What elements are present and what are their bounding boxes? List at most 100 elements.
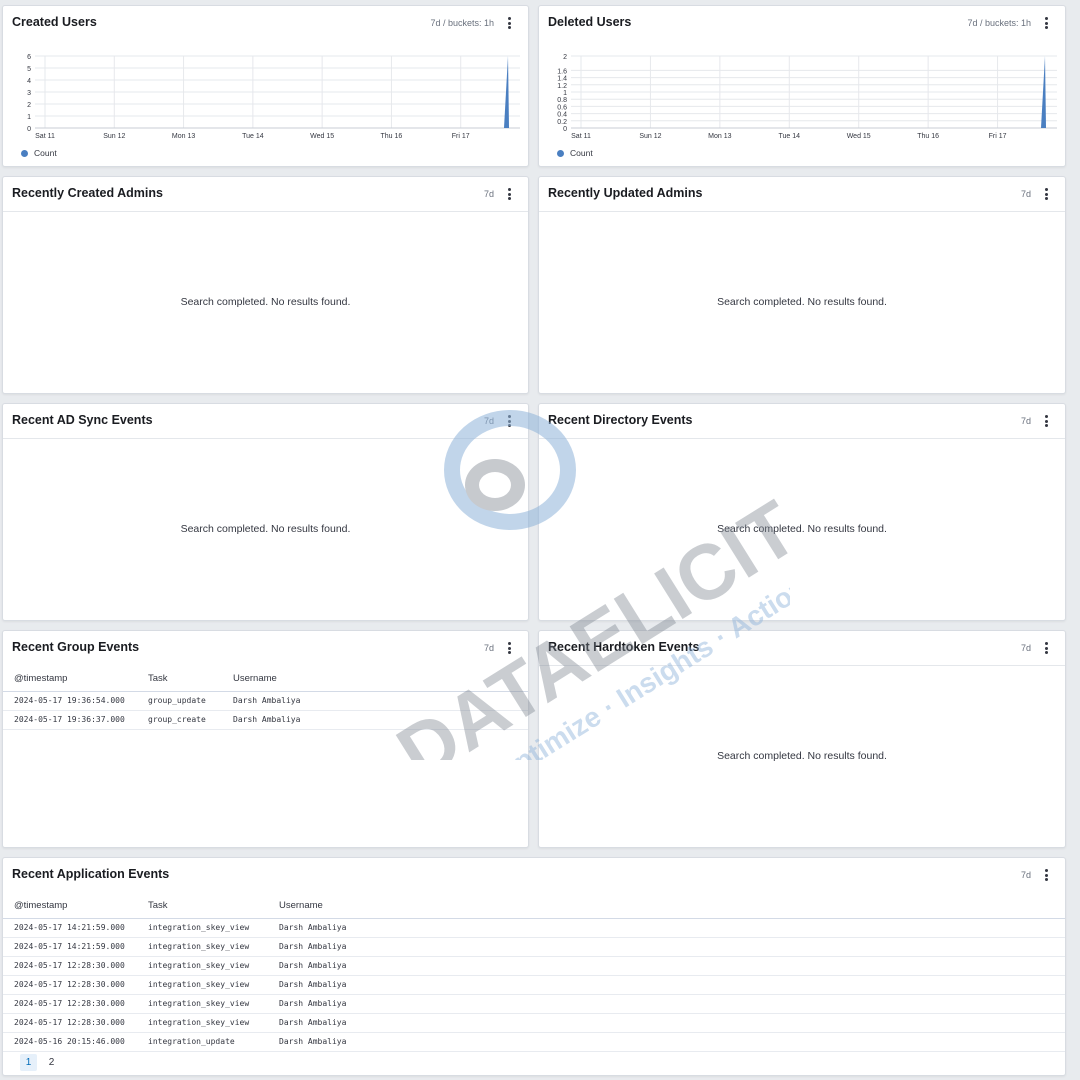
table-row[interactable]: 2024-05-16 20:15:46.000 integration_updat… [3, 1032, 1065, 1052]
table-header-row: @timestamp Task Username [3, 894, 1065, 919]
time-range-label[interactable]: 7d [484, 416, 494, 426]
y-tick-label: 0 [27, 126, 31, 133]
panel-header: Recent Directory Events 7d [539, 404, 1065, 438]
x-tick-label: Fri 17 [452, 133, 470, 140]
time-range-label[interactable]: 7d [1021, 189, 1031, 199]
cell-username: Darsh Ambaliya [275, 994, 1065, 1014]
panel-header: Recent Group Events 7d [3, 631, 528, 665]
page-button[interactable]: 2 [43, 1054, 60, 1071]
table-row[interactable]: 2024-05-17 19:36:37.000 group_create Dar… [3, 710, 528, 730]
table-row[interactable]: 2024-05-17 19:36:54.000 group_update Dar… [3, 691, 528, 711]
table-row[interactable]: 2024-05-17 12:28:30.000 integration_skey_… [3, 975, 1065, 995]
empty-results-message: Search completed. No results found. [180, 523, 351, 535]
recent-updated-admins-panel: Recently Updated Admins 7d Search comple… [538, 176, 1066, 394]
x-tick-label: Mon 13 [708, 133, 731, 140]
legend-label: Count [570, 148, 593, 158]
x-tick-label: Mon 13 [172, 133, 195, 140]
panel-options-icon[interactable] [1041, 187, 1051, 201]
panel-header: Recently Updated Admins 7d [539, 177, 1065, 211]
x-tick-label: Tue 14 [779, 133, 801, 140]
cell-username: Darsh Ambaliya [275, 1032, 1065, 1052]
panel-options-icon[interactable] [1041, 414, 1051, 428]
x-tick-label: Fri 17 [989, 133, 1007, 140]
time-range-label[interactable]: 7d [484, 643, 494, 653]
y-tick-label: 6 [27, 54, 31, 61]
column-header-username[interactable]: Username [275, 894, 1065, 919]
y-tick-label: 2 [563, 54, 567, 61]
header-divider [539, 665, 1065, 666]
panel-options-icon[interactable] [504, 414, 514, 428]
y-tick-label: 1.4 [557, 76, 567, 83]
cell-task: integration_skey_view [144, 1013, 275, 1033]
x-tick-label: Thu 16 [381, 133, 403, 140]
application-events-table: @timestamp Task Username 2024-05-17 14:2… [3, 894, 1065, 1052]
created-users-chart: 0 1 2 3 4 5 6 Sat 11 Sun 12 Mon 13 Tue 14 Wed 15 Thu… [27, 54, 520, 140]
x-tick-label: Tue 14 [242, 133, 264, 140]
column-header-username[interactable]: Username [229, 667, 528, 692]
empty-results-message: Search completed. No results found. [717, 750, 887, 762]
y-tick-label: 4 [27, 78, 31, 85]
cell-timestamp: 2024-05-17 12:28:30.000 [3, 975, 144, 995]
x-tick-label: Thu 16 [917, 133, 939, 140]
header-divider [539, 211, 1065, 212]
recent-application-events-panel: Recent Application Events 7d @timestamp … [2, 857, 1066, 1076]
y-tick-label: 0 [563, 126, 567, 133]
panel-options-icon[interactable] [504, 641, 514, 655]
chart-legend[interactable]: Count [21, 148, 57, 158]
table-row[interactable]: 2024-05-17 12:28:30.000 integration_skey_… [3, 994, 1065, 1014]
y-tick-label: 1.6 [557, 68, 567, 75]
y-tick-label: 0.4 [557, 112, 567, 119]
y-tick-label: 5 [27, 66, 31, 73]
x-tick-label: Wed 15 [847, 133, 871, 140]
cell-task: integration_skey_view [144, 918, 275, 938]
created-users-panel: Created Users 7d / buckets: 1h 0 1 2 3 4 5 6 Sa… [2, 5, 529, 167]
time-range-label[interactable]: 7d [1021, 416, 1031, 426]
panel-title: Recent Directory Events [548, 413, 693, 427]
panel-title: Recent Application Events [12, 867, 170, 881]
y-tick-label: 1 [27, 114, 31, 121]
column-header-task[interactable]: Task [144, 667, 229, 692]
deleted-users-panel: Deleted Users 7d / buckets: 1h 0 0.2 0.4 0.… [538, 5, 1066, 167]
panel-options-icon[interactable] [1041, 868, 1051, 882]
cell-task: integration_skey_view [144, 994, 275, 1014]
panel-title: Recently Updated Admins [548, 186, 703, 200]
x-tick-label: Wed 15 [310, 133, 334, 140]
header-divider [539, 438, 1065, 439]
time-range-label[interactable]: 7d [484, 189, 494, 199]
time-range-label[interactable]: 7d [1021, 870, 1031, 880]
panel-header: Recent AD Sync Events 7d [3, 404, 528, 438]
column-header-task[interactable]: Task [144, 894, 275, 919]
y-tick-label: 1.2 [557, 83, 567, 90]
y-tick-label: 3 [27, 90, 31, 97]
y-tick-label: 0.2 [557, 119, 567, 126]
cell-username: Darsh Ambaliya [229, 710, 528, 730]
legend-label: Count [34, 148, 57, 158]
panel-header: Recently Created Admins 7d [3, 177, 528, 211]
column-header-timestamp[interactable]: @timestamp [3, 894, 144, 919]
y-tick-label: 2 [27, 102, 31, 109]
table-row[interactable]: 2024-05-17 14:21:59.000 integration_skey_… [3, 918, 1065, 938]
page-button[interactable]: 1 [20, 1054, 37, 1071]
panel-options-icon[interactable] [504, 187, 514, 201]
cell-task: integration_skey_view [144, 956, 275, 976]
panel-title: Recent Group Events [12, 640, 140, 654]
y-tick-label: 0.6 [557, 104, 567, 111]
chart-legend[interactable]: Count [557, 148, 593, 158]
column-header-timestamp[interactable]: @timestamp [3, 667, 144, 692]
table-row[interactable]: 2024-05-17 14:21:59.000 integration_skey_… [3, 937, 1065, 957]
table-row[interactable]: 2024-05-17 12:28:30.000 integration_skey_… [3, 956, 1065, 976]
time-range-label[interactable]: 7d [1021, 643, 1031, 653]
panel-options-icon[interactable] [1041, 641, 1051, 655]
cell-task: group_update [144, 691, 229, 711]
cell-timestamp: 2024-05-17 12:28:30.000 [3, 994, 144, 1014]
cell-timestamp: 2024-05-17 19:36:37.000 [3, 710, 144, 730]
group-events-table: @timestamp Task Username 2024-05-17 19:3… [3, 667, 528, 730]
x-tick-label: Sat 11 [35, 133, 55, 140]
cell-timestamp: 2024-05-17 12:28:30.000 [3, 956, 144, 976]
x-tick-label: Sun 12 [103, 133, 125, 140]
table-row[interactable]: 2024-05-17 12:28:30.000 integration_skey_… [3, 1013, 1065, 1033]
legend-dot-icon [21, 150, 28, 157]
header-divider [3, 438, 528, 439]
y-tick-label: 1 [563, 90, 567, 97]
cell-task: integration_skey_view [144, 975, 275, 995]
